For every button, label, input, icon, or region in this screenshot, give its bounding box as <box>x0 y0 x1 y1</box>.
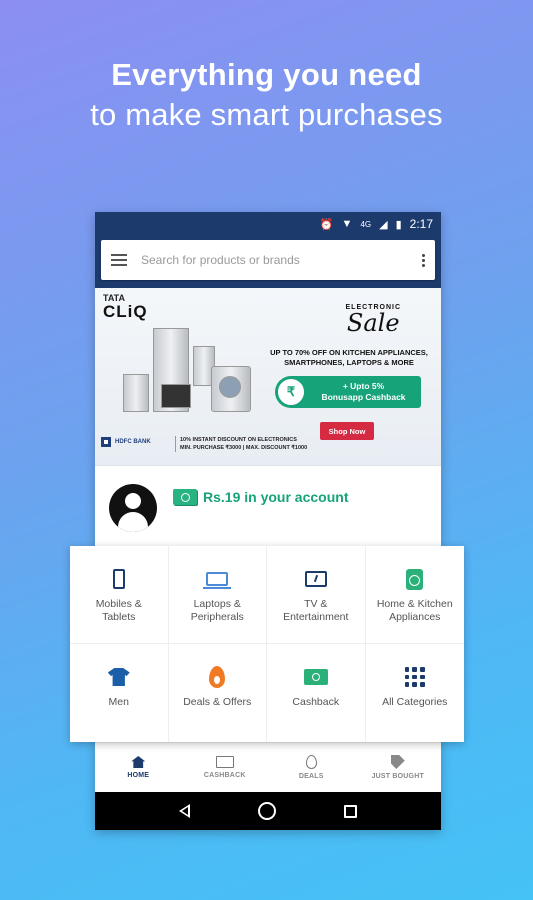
sale-word: Sale <box>346 309 400 337</box>
nav-cashback[interactable]: CASHBACK <box>182 743 269 792</box>
category-label: Laptops & Peripherals <box>190 598 244 623</box>
nav-deals[interactable]: DEALS <box>268 743 355 792</box>
headline-line-1: Everything you need <box>111 57 422 92</box>
headline-line-2: to make smart purchases <box>90 97 443 132</box>
category-label: Men <box>108 696 129 708</box>
signal-icon: ◢ <box>379 218 388 231</box>
flame-icon <box>209 666 226 688</box>
tata-cliq-logo: TATA CLiQ <box>103 294 148 321</box>
home-circle-icon[interactable] <box>258 802 276 820</box>
wifi-icon: ▼ <box>341 218 353 230</box>
network-label: 4G <box>360 219 372 229</box>
avatar[interactable] <box>109 484 157 532</box>
battery-icon: ▮ <box>395 218 402 231</box>
search-input[interactable]: Search for products or brands <box>141 253 422 267</box>
category-label: Cashback <box>292 696 340 708</box>
cash-icon <box>215 756 234 768</box>
rupee-coin-icon: ₹ <box>276 377 306 407</box>
category-all[interactable]: All Categories <box>366 644 465 742</box>
search-bar[interactable]: Search for products or brands <box>101 240 435 280</box>
nav-label: DEALS <box>298 773 324 780</box>
category-label: Home & Kitchen Appliances <box>376 598 453 623</box>
alarm-icon: ⏰ <box>319 218 334 231</box>
recents-icon[interactable] <box>344 804 357 818</box>
app-header: Search for products or brands <box>95 236 441 296</box>
category-laptops-peripherals[interactable]: Laptops & Peripherals <box>168 546 267 644</box>
washing-machine-icon <box>406 568 424 590</box>
more-options-icon[interactable] <box>422 253 425 267</box>
cash-note-icon <box>303 669 328 685</box>
tv-icon <box>304 571 327 587</box>
nav-label: HOME <box>127 772 150 779</box>
account-balance: Rs.19 in your account <box>203 489 349 505</box>
android-navigation-bar <box>95 792 441 830</box>
nav-label: JUST BOUGHT <box>371 773 424 780</box>
clock: 2:17 <box>409 217 433 231</box>
nav-label: CASHBACK <box>203 772 246 779</box>
category-deals-offers[interactable]: Deals & Offers <box>169 644 267 742</box>
category-tv-entertainment[interactable]: TV & Entertainment <box>267 546 366 644</box>
tag-icon <box>390 755 405 769</box>
status-bar: ⏰ ▼ 4G ◢ ▮ 2:17 <box>95 212 441 236</box>
category-label: TV & Entertainment <box>283 598 349 623</box>
promo-banner[interactable]: TATA CLiQ ELECTRONIC Sale UP TO 70% OFF … <box>95 288 441 466</box>
account-summary[interactable]: Rs.19 in your account <box>95 468 441 548</box>
home-icon <box>131 756 146 768</box>
bottom-navigation: HOME CASHBACK DEALS JUST BOUGHT <box>95 742 441 792</box>
appliances-image <box>115 322 255 422</box>
phone-icon <box>112 569 125 589</box>
grid-icon <box>404 667 425 687</box>
shop-now-button[interactable]: Shop Now <box>320 422 374 440</box>
back-icon[interactable] <box>179 804 190 818</box>
bank-offer-line-2: MIN. PURCHASE ₹3000 | MAX. DISCOUNT ₹100… <box>180 445 308 451</box>
menu-icon[interactable] <box>111 254 127 266</box>
hdfc-logo-icon <box>101 437 111 447</box>
category-cashback[interactable]: Cashback <box>267 644 366 742</box>
sale-description: UP TO 70% OFF ON KITCHEN APPLIANCES, SMA… <box>270 348 428 367</box>
bank-name: HDFC BANK <box>115 439 151 445</box>
bank-logo: HDFC BANK <box>101 437 151 447</box>
category-men[interactable]: Men <box>70 644 169 742</box>
cashback-line-2: Bonusapp Cashback <box>321 392 406 402</box>
brand-name: CLiQ <box>103 302 148 321</box>
bank-offer-line-1: 10% INSTANT DISCOUNT ON ELECTRONICS <box>180 437 297 443</box>
tshirt-icon <box>107 668 130 686</box>
category-label: Deals & Offers <box>183 696 252 708</box>
nav-home[interactable]: HOME <box>95 743 182 792</box>
sale-title: ELECTRONIC Sale <box>346 304 402 335</box>
cash-note-icon <box>173 489 197 505</box>
category-mobiles-tablets[interactable]: Mobiles & Tablets <box>70 546 169 644</box>
nav-just-bought[interactable]: JUST BOUGHT <box>355 743 442 792</box>
category-label: All Categories <box>382 696 448 708</box>
cashback-line-1: + Upto 5% <box>342 381 385 391</box>
category-grid: Mobiles & Tablets Laptops & Peripherals … <box>70 546 464 742</box>
cashback-tag: ₹ + Upto 5% Bonusapp Cashback <box>275 376 421 408</box>
laptop-icon <box>203 572 232 589</box>
bank-offer: 10% INSTANT DISCOUNT ON ELECTRONICS MIN.… <box>175 436 307 452</box>
category-label: Mobiles & Tablets <box>95 598 142 623</box>
category-home-kitchen[interactable]: Home & Kitchen Appliances <box>365 546 464 644</box>
flame-icon <box>305 755 317 769</box>
promo-headline: Everything you need to make smart purcha… <box>0 56 533 135</box>
